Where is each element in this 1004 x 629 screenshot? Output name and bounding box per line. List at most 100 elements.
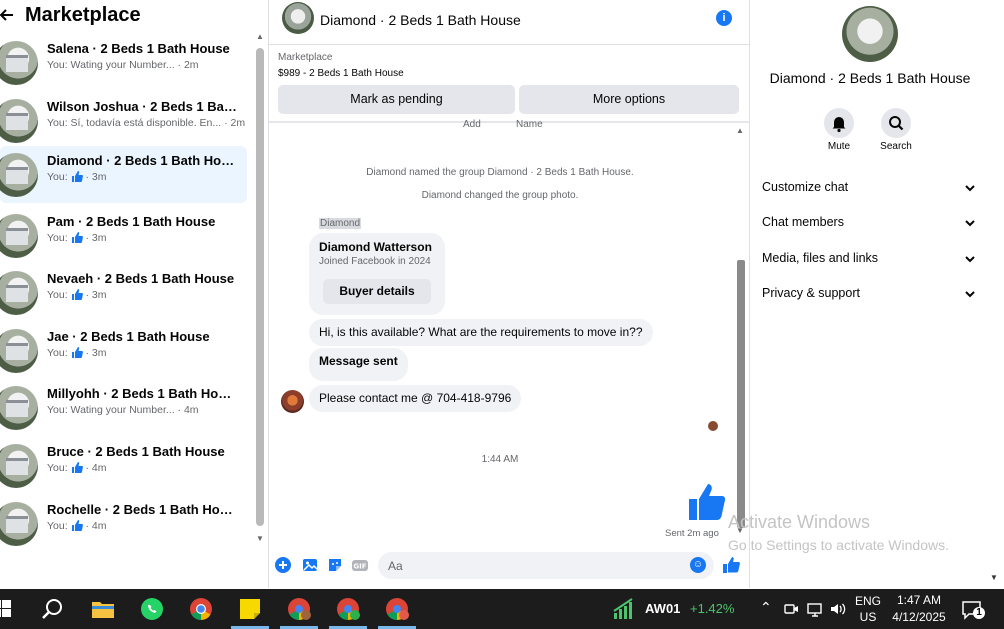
sticky-notes-icon[interactable]	[237, 597, 263, 621]
network-icon[interactable]	[806, 597, 824, 621]
message-timestamp: 1:44 AM	[481, 454, 519, 465]
listing-price[interactable]: $989 - 2 Beds 1 Bath House	[278, 68, 404, 79]
more-options-button[interactable]: More options	[519, 85, 739, 114]
seen-avatar	[708, 421, 718, 431]
message-bubble[interactable]: Hi, is this available? What are the requ…	[309, 319, 653, 346]
gif-icon[interactable]: GIF	[351, 556, 369, 574]
chat-scrollbar[interactable]	[737, 260, 745, 528]
buyer-name: Diamond Watterson	[319, 240, 432, 254]
buyer-joined: Joined Facebook in 2024	[319, 256, 431, 267]
photo-icon[interactable]	[301, 556, 319, 574]
conversation-item[interactable]: Jae · 2 Beds 1 Bath House You: · 3m	[0, 322, 247, 379]
sender-name: Diamond	[319, 218, 362, 229]
preview-suffix: · 3m	[85, 232, 107, 244]
mute-label: Mute	[827, 141, 851, 152]
preview-prefix: You:	[47, 520, 68, 532]
search-label: Search	[880, 141, 912, 152]
conversation-name: Jae · 2 Beds 1 Bath House	[47, 329, 210, 344]
section-label: Media, files and links	[762, 251, 879, 265]
message-bubble[interactable]: Message sent	[309, 348, 408, 381]
chat-panel: Diamond · 2 Beds 1 Bath House i Marketpl…	[268, 0, 751, 588]
listing-thumbnail	[0, 99, 38, 143]
message-input-placeholder: Aa	[388, 559, 403, 573]
chat-header: Diamond · 2 Beds 1 Bath House i	[269, 0, 751, 45]
scroll-down-arrow-icon[interactable]: ▼	[990, 573, 998, 582]
chrome-profile-icon[interactable]	[384, 597, 410, 621]
like-icon[interactable]	[687, 482, 727, 522]
listing-thumbnail	[0, 329, 38, 373]
preview-prefix: You:	[47, 462, 68, 474]
conversation-name: Bruce · 2 Beds 1 Bath House	[47, 444, 225, 459]
plus-icon[interactable]	[274, 556, 292, 574]
conversation-item[interactable]: Rochelle · 2 Beds 1 Bath House You: · 4m	[0, 495, 247, 552]
sender-avatar[interactable]	[281, 390, 304, 413]
scroll-up-arrow-icon[interactable]: ▲	[256, 32, 264, 41]
chrome-profile-icon[interactable]	[286, 597, 312, 621]
section-chat-members[interactable]: Chat members	[762, 215, 976, 235]
clock-date[interactable]: 4/12/2025	[886, 610, 952, 624]
conversation-item[interactable]: Wilson Joshua · 2 Beds 1 Bath H... You: …	[0, 92, 247, 149]
conversation-name: Millyohh · 2 Beds 1 Bath House	[47, 386, 237, 401]
info-icon[interactable]: i	[716, 10, 732, 26]
whatsapp-icon[interactable]	[139, 597, 165, 621]
emoji-icon[interactable]: ☺	[690, 557, 706, 573]
mute-button[interactable]	[824, 108, 854, 138]
section-customize-chat[interactable]: Customize chat	[762, 180, 976, 200]
meet-now-icon[interactable]	[783, 597, 799, 621]
conversation-item[interactable]: Millyohh · 2 Beds 1 Bath House You: Wati…	[0, 379, 247, 436]
conversation-item[interactable]: Pam · 2 Beds 1 Bath House You: · 3m	[0, 207, 247, 264]
windows-start-icon[interactable]	[0, 597, 18, 621]
buyer-details-button[interactable]: Buyer details	[323, 279, 431, 304]
preview-suffix: · 3m	[85, 347, 107, 359]
stock-change[interactable]: +1.42%	[690, 601, 734, 616]
conversation-name: Nevaeh · 2 Beds 1 Bath House	[47, 271, 235, 286]
conversation-preview: You: · 3m	[47, 289, 247, 301]
region-code[interactable]: US	[852, 610, 884, 624]
preview-suffix: · 4m	[85, 520, 107, 532]
preview-prefix: You:	[47, 232, 68, 244]
chevron-up-icon[interactable]: ⌃	[760, 599, 772, 616]
scroll-up-arrow-icon[interactable]: ▲	[736, 126, 744, 135]
conversation-sidebar: Marketplace Salena · 2 Beds 1 Bath House…	[0, 0, 268, 588]
marketplace-label: Marketplace	[278, 52, 333, 63]
mark-pending-button[interactable]: Mark as pending	[278, 85, 515, 114]
system-message: Diamond named the group Diamond · 2 Beds…	[366, 167, 634, 178]
sticker-icon[interactable]	[326, 556, 344, 574]
conversation-preview: You: · 3m	[47, 347, 247, 359]
conversation-item[interactable]: Salena · 2 Beds 1 Bath House You: Wating…	[0, 34, 247, 91]
conversation-preview: You: · 4m	[47, 462, 247, 474]
stock-chart-icon[interactable]	[612, 597, 638, 621]
listing-thumbnail	[0, 271, 38, 315]
scroll-down-arrow-icon[interactable]: ▼	[256, 534, 264, 543]
group-avatar[interactable]	[842, 6, 898, 62]
conversation-preview: You: Sí, todavía está disponible. En... …	[47, 117, 246, 129]
section-media-files-links[interactable]: Media, files and links	[762, 251, 976, 271]
search-button[interactable]	[881, 108, 911, 138]
like-send-icon[interactable]	[722, 556, 740, 574]
volume-icon[interactable]	[829, 597, 847, 621]
sidebar-scrollbar[interactable]	[256, 48, 264, 526]
cut-off-label: Add	[463, 119, 481, 130]
preview-prefix: You:	[47, 171, 68, 183]
message-input[interactable]: Aa ☺	[378, 552, 714, 579]
back-arrow-icon[interactable]	[0, 6, 16, 26]
like-icon	[71, 171, 83, 182]
stock-symbol[interactable]: AW01	[645, 601, 680, 616]
system-message: Diamond changed the group photo.	[421, 190, 579, 201]
message-bubble[interactable]: Please contact me @ 704-418-9796	[309, 385, 522, 412]
chat-title[interactable]: Diamond · 2 Beds 1 Bath House	[320, 12, 521, 28]
clock-time[interactable]: 1:47 AM	[886, 593, 952, 607]
search-icon[interactable]	[40, 597, 66, 621]
chrome-icon[interactable]	[188, 597, 214, 621]
like-icon	[71, 520, 83, 531]
section-privacy-support[interactable]: Privacy & support	[762, 286, 976, 306]
conversation-item[interactable]: Bruce · 2 Beds 1 Bath House You: · 4m	[0, 437, 247, 494]
conversation-item[interactable]: Nevaeh · 2 Beds 1 Bath House You: · 3m	[0, 264, 247, 321]
svg-text:GIF: GIF	[353, 563, 366, 571]
language-code[interactable]: ENG	[852, 594, 884, 608]
chrome-profile-icon[interactable]	[335, 597, 361, 621]
preview-suffix: · 4m	[85, 462, 107, 474]
conversation-item-active[interactable]: Diamond · 2 Beds 1 Bath House You: · 3m	[0, 146, 247, 203]
file-explorer-icon[interactable]	[90, 597, 116, 621]
chat-avatar[interactable]	[282, 2, 314, 34]
